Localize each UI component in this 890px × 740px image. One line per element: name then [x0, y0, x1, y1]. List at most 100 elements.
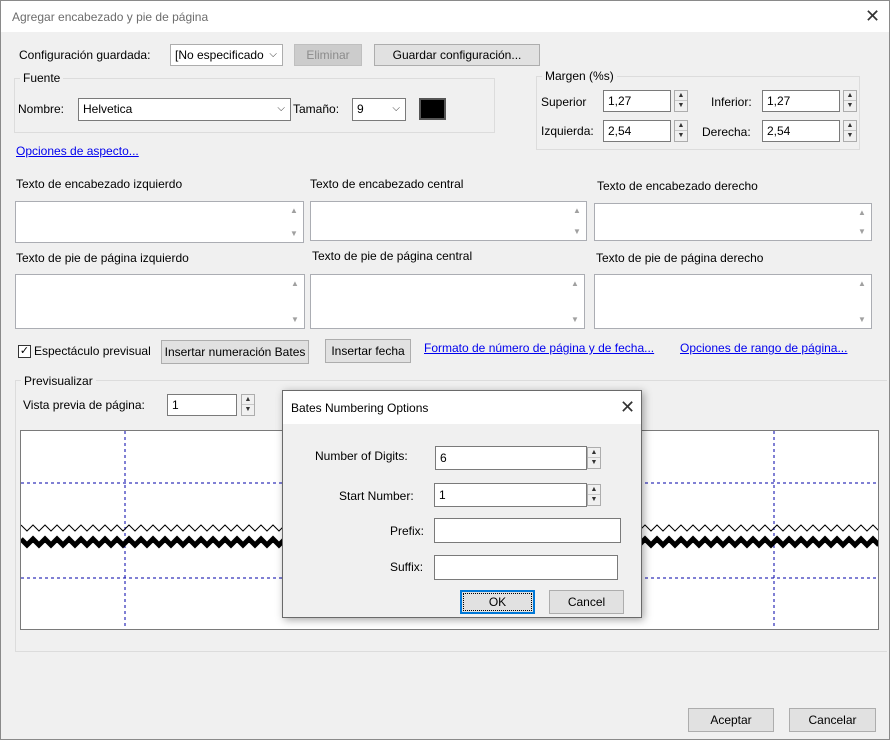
spin-down-icon[interactable]: ▼ — [588, 495, 600, 505]
scroll-down-icon[interactable]: ▼ — [291, 315, 299, 324]
bates-cancel-button[interactable]: Cancel — [549, 590, 624, 614]
spin-down-icon[interactable]: ▼ — [844, 131, 856, 141]
page-preview-label: Vista previa de página: — [23, 398, 145, 412]
scroll-down-icon[interactable]: ▼ — [571, 315, 579, 324]
page-preview-spinner[interactable]: ▲ ▼ — [241, 394, 255, 416]
header-footer-dialog: Agregar encabezado y pie de página ✕ Con… — [0, 0, 890, 740]
spin-up-icon[interactable]: ▲ — [242, 395, 254, 405]
insert-bates-button[interactable]: Insertar numeración Bates — [161, 340, 309, 364]
page-preview-input[interactable]: 1 — [167, 394, 237, 416]
start-number-label: Start Number: — [339, 489, 414, 503]
scroll-up-icon[interactable]: ▲ — [291, 279, 299, 288]
scrollbar[interactable]: ▲ ▼ — [288, 275, 304, 328]
scroll-up-icon[interactable]: ▲ — [858, 208, 866, 217]
margin-right-input[interactable]: 2,54 — [762, 120, 840, 142]
margin-left-input[interactable]: 2,54 — [603, 120, 671, 142]
font-name-value: Helvetica — [83, 102, 133, 116]
scroll-up-icon[interactable]: ▲ — [858, 279, 866, 288]
accept-button[interactable]: Aceptar — [688, 708, 774, 732]
font-color-swatch[interactable] — [419, 98, 446, 120]
margin-top-label: Superior — [541, 95, 587, 109]
saved-config-value: [No especificado — [175, 48, 264, 62]
font-size-select[interactable]: 9 ⌵ — [352, 98, 406, 121]
saved-config-select[interactable]: [No especificado ⌵ — [170, 44, 283, 66]
font-size-value: 9 — [357, 102, 364, 116]
margin-bottom-spinner[interactable]: ▲ ▼ — [843, 90, 857, 112]
font-group-title: Fuente — [20, 71, 64, 85]
appearance-options-link[interactable]: Opciones de aspecto... — [16, 144, 139, 158]
footer-right-label: Texto de pie de página derecho — [596, 251, 764, 265]
bates-dialog-title: Bates Numbering Options — [291, 401, 429, 415]
spin-down-icon[interactable]: ▼ — [844, 101, 856, 111]
cancel-button[interactable]: Cancelar — [789, 708, 876, 732]
chevron-down-icon: ⌵ — [267, 45, 277, 65]
margin-left-spinner[interactable]: ▲ ▼ — [674, 120, 688, 142]
page-range-options-link[interactable]: Opciones de rango de página... — [680, 341, 847, 355]
start-number-input[interactable]: 1 — [434, 483, 587, 507]
digits-spinner[interactable]: ▲ ▼ — [587, 447, 601, 469]
preview-checkbox-label: Espectáculo previsual — [34, 344, 151, 358]
font-size-label: Tamaño: — [293, 102, 340, 116]
prefix-label: Prefix: — [390, 524, 425, 538]
spin-down-icon[interactable]: ▼ — [675, 101, 687, 111]
scrollbar[interactable]: ▲ ▼ — [855, 275, 871, 328]
header-right-textarea[interactable]: ▲ ▼ — [594, 203, 872, 241]
spin-up-icon[interactable]: ▲ — [844, 91, 856, 101]
bates-ok-button[interactable]: OK — [460, 590, 535, 614]
scroll-up-icon[interactable]: ▲ — [290, 206, 298, 215]
scroll-down-icon[interactable]: ▼ — [573, 227, 581, 236]
margin-bottom-label: Inferior: — [711, 95, 752, 109]
spin-up-icon[interactable]: ▲ — [588, 485, 600, 495]
spin-down-icon[interactable]: ▼ — [675, 131, 687, 141]
margin-bottom-input[interactable]: 1,27 — [762, 90, 840, 112]
spin-down-icon[interactable]: ▼ — [588, 458, 600, 468]
digits-label: Number of Digits: — [315, 449, 408, 463]
header-right-label: Texto de encabezado derecho — [597, 179, 758, 193]
saved-config-label: Configuración guardada: — [19, 48, 151, 62]
close-icon[interactable]: ✕ — [620, 398, 635, 416]
font-name-label: Nombre: — [18, 102, 65, 116]
page-number-format-link[interactable]: Formato de número de página y de fecha..… — [424, 341, 654, 355]
scrollbar[interactable]: ▲ ▼ — [568, 275, 584, 328]
font-name-select[interactable]: Helvetica ⌵ — [78, 98, 291, 121]
spin-up-icon[interactable]: ▲ — [844, 121, 856, 131]
spin-up-icon[interactable]: ▲ — [675, 91, 687, 101]
footer-center-textarea[interactable]: ▲ ▼ — [310, 274, 585, 329]
margin-top-spinner[interactable]: ▲ ▼ — [674, 90, 688, 112]
scroll-down-icon[interactable]: ▼ — [290, 229, 298, 238]
scroll-down-icon[interactable]: ▼ — [858, 227, 866, 236]
save-config-button[interactable]: Guardar configuración... — [374, 44, 540, 66]
margin-right-spinner[interactable]: ▲ ▼ — [843, 120, 857, 142]
start-number-spinner[interactable]: ▲ ▼ — [587, 484, 601, 506]
delete-config-button[interactable]: Eliminar — [294, 44, 362, 66]
scroll-up-icon[interactable]: ▲ — [573, 206, 581, 215]
spin-down-icon[interactable]: ▼ — [242, 405, 254, 415]
header-left-label: Texto de encabezado izquierdo — [16, 177, 183, 191]
chevron-down-icon: ⌵ — [392, 103, 400, 114]
spin-up-icon[interactable]: ▲ — [588, 448, 600, 458]
header-center-label: Texto de encabezado central — [310, 177, 464, 191]
preview-checkbox[interactable]: ✓ — [18, 345, 31, 358]
scroll-up-icon[interactable]: ▲ — [571, 279, 579, 288]
header-center-textarea[interactable]: ▲ ▼ — [310, 201, 587, 241]
footer-left-textarea[interactable]: ▲ ▼ — [15, 274, 305, 329]
scrollbar[interactable]: ▲ ▼ — [570, 202, 586, 240]
title-bar: Agregar encabezado y pie de página ✕ — [1, 1, 889, 32]
insert-date-button[interactable]: Insertar fecha — [325, 339, 411, 363]
margin-top-input[interactable]: 1,27 — [603, 90, 671, 112]
chevron-down-icon: ⌵ — [277, 103, 285, 114]
margin-left-label: Izquierda: — [541, 124, 594, 138]
margin-group-title: Margen (%s) — [542, 69, 617, 83]
footer-right-textarea[interactable]: ▲ ▼ — [594, 274, 872, 329]
close-icon[interactable]: ✕ — [865, 7, 880, 25]
scroll-down-icon[interactable]: ▼ — [858, 315, 866, 324]
prefix-input[interactable] — [434, 518, 621, 543]
scrollbar[interactable]: ▲ ▼ — [287, 202, 303, 242]
header-left-textarea[interactable]: ▲ ▼ — [15, 201, 304, 243]
window-title: Agregar encabezado y pie de página — [12, 10, 209, 24]
digits-input[interactable]: 6 — [435, 446, 587, 470]
suffix-input[interactable] — [434, 555, 618, 580]
spin-up-icon[interactable]: ▲ — [675, 121, 687, 131]
scrollbar[interactable]: ▲ ▼ — [855, 204, 871, 240]
footer-center-label: Texto de pie de página central — [312, 249, 473, 263]
